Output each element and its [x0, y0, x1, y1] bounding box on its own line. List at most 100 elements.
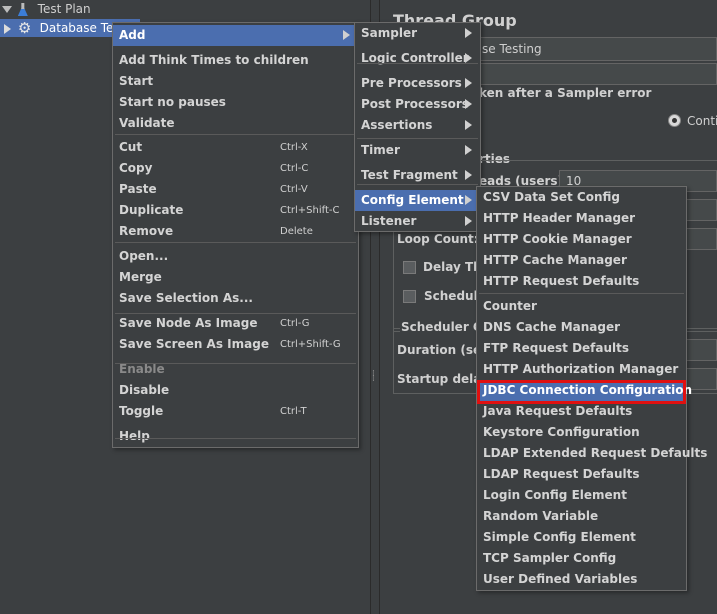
menu-item-duplicate[interactable]: Duplicate Ctrl+Shift-C: [113, 200, 358, 221]
menu-item-ftp-request-defaults[interactable]: FTP Request Defaults: [477, 338, 686, 359]
menu-item-label: Java Request Defaults: [483, 404, 633, 418]
comments-field[interactable]: [475, 63, 717, 85]
menu-item-shortcut: Ctrl-T: [280, 406, 307, 417]
menu-item-copy[interactable]: Copy Ctrl-C: [113, 158, 358, 179]
menu-item-label: Timer: [361, 143, 400, 157]
menu-item-cut[interactable]: Cut Ctrl-X: [113, 137, 358, 158]
menu-item-label: Keystore Configuration: [483, 425, 640, 439]
delay-thread-checkbox[interactable]: [403, 261, 416, 274]
flask-icon: [17, 3, 28, 16]
menu-item-shortcut: Ctrl+Shift-G: [280, 339, 341, 350]
menu-item-pre-processors[interactable]: Pre Processors: [355, 73, 480, 94]
menu-item-label: CSV Data Set Config: [483, 190, 620, 204]
tree-node-label: Test Plan: [37, 2, 91, 16]
menu-item-start[interactable]: Start: [113, 71, 358, 92]
menu-item-http-authorization-manager[interactable]: HTTP Authorization Manager: [477, 359, 686, 380]
menu-item-save-screen-as-image[interactable]: Save Screen As Image Ctrl+Shift-G: [113, 334, 358, 355]
menu-item-shortcut: Ctrl-G: [280, 318, 310, 329]
menu-item-disable[interactable]: Disable: [113, 380, 358, 401]
menu-item-label: Pre Processors: [361, 76, 462, 90]
menu-item-config-element[interactable]: Config Element: [355, 190, 480, 211]
continue-label: Conti: [687, 114, 717, 128]
menu-item-timer[interactable]: Timer: [355, 140, 480, 161]
menu-item-java-request-defaults[interactable]: Java Request Defaults: [477, 401, 686, 422]
submenu-arrow-icon: [465, 28, 472, 38]
loop-count-label: Loop Count:: [397, 232, 479, 246]
menu-item-random-variable[interactable]: Random Variable: [477, 506, 686, 527]
menu-separator: [357, 138, 478, 139]
menu-item-label: Enable: [119, 362, 165, 376]
menu-item-keystore-configuration[interactable]: Keystore Configuration: [477, 422, 686, 443]
menu-item-label: Disable: [119, 383, 170, 397]
menu-item-label: Login Config Element: [483, 488, 627, 502]
menu-item-simple-config-element[interactable]: Simple Config Element: [477, 527, 686, 548]
menu-item-label: Save Node As Image: [119, 316, 258, 330]
menu-separator: [115, 313, 356, 314]
menu-item-label: Save Screen As Image: [119, 337, 269, 351]
expand-arrow-icon[interactable]: [4, 23, 11, 34]
menu-item-label: HTTP Cache Manager: [483, 253, 627, 267]
menu-item-ldap-request-defaults[interactable]: LDAP Request Defaults: [477, 464, 686, 485]
menu-item-shortcut: Ctrl+Shift-C: [280, 205, 340, 216]
menu-item-user-defined-variables[interactable]: User Defined Variables: [477, 569, 686, 590]
menu-item-post-processors[interactable]: Post Processors: [355, 94, 480, 115]
submenu-arrow-icon: [465, 78, 472, 88]
menu-item-label: Remove: [119, 224, 174, 238]
splitter-grip-icon[interactable]: ⁞ ⁞: [372, 370, 378, 392]
scheduler-checkbox[interactable]: [403, 290, 416, 303]
name-field[interactable]: se Testing: [475, 37, 717, 61]
menu-item-start-no-pauses[interactable]: Start no pauses: [113, 92, 358, 113]
tree-node-test-plan[interactable]: Test Plan: [0, 0, 91, 18]
menu-item-help[interactable]: Help: [113, 426, 358, 447]
menu-item-label: Counter: [483, 299, 537, 313]
menu-item-label: Save Selection As...: [119, 291, 253, 305]
menu-item-add-think-times-to-children[interactable]: Add Think Times to children: [113, 50, 358, 71]
menu-item-shortcut: Ctrl-V: [280, 184, 308, 195]
menu-item-label: Merge: [119, 270, 162, 284]
menu-item-test-fragment[interactable]: Test Fragment: [355, 165, 480, 186]
sampler-error-label: ken after a Sampler error: [479, 86, 652, 100]
menu-item-http-cookie-manager[interactable]: HTTP Cookie Manager: [477, 229, 686, 250]
menu-item-save-node-as-image[interactable]: Save Node As Image Ctrl-G: [113, 313, 358, 334]
menu-separator: [115, 363, 356, 364]
menu-item-dns-cache-manager[interactable]: DNS Cache Manager: [477, 317, 686, 338]
collapse-arrow-icon[interactable]: [2, 6, 12, 13]
menu-item-add[interactable]: Add: [113, 25, 358, 46]
menu-item-validate[interactable]: Validate: [113, 113, 358, 134]
submenu-arrow-icon: [465, 99, 472, 109]
menu-item-label: Random Variable: [483, 509, 599, 523]
menu-item-save-selection-as[interactable]: Save Selection As...: [113, 288, 358, 309]
menu-item-label: Paste: [119, 182, 157, 196]
submenu-arrow-icon: [465, 53, 472, 63]
menu-item-http-request-defaults[interactable]: HTTP Request Defaults: [477, 271, 686, 292]
menu-item-http-header-manager[interactable]: HTTP Header Manager: [477, 208, 686, 229]
submenu-arrow-icon: [465, 195, 472, 205]
menu-item-logic-controller[interactable]: Logic Controller: [355, 48, 480, 69]
menu-separator: [357, 63, 478, 64]
menu-item-label: Assertions: [361, 118, 433, 132]
menu-item-label: LDAP Extended Request Defaults: [483, 446, 708, 460]
menu-item-login-config-element[interactable]: Login Config Element: [477, 485, 686, 506]
menu-item-toggle[interactable]: Toggle Ctrl-T: [113, 401, 358, 422]
menu-item-open[interactable]: Open...: [113, 246, 358, 267]
menu-item-sampler[interactable]: Sampler: [355, 23, 480, 44]
menu-item-http-cache-manager[interactable]: HTTP Cache Manager: [477, 250, 686, 271]
menu-item-label: Help: [119, 429, 150, 443]
menu-item-label: HTTP Authorization Manager: [483, 362, 679, 376]
continue-radio[interactable]: [668, 114, 681, 127]
menu-item-label: Test Fragment: [361, 168, 458, 182]
menu-item-merge[interactable]: Merge: [113, 267, 358, 288]
menu-item-label: Duplicate: [119, 203, 184, 217]
menu-item-label: Add: [119, 28, 146, 42]
submenu-arrow-icon: [465, 120, 472, 130]
menu-item-tcp-sampler-config[interactable]: TCP Sampler Config: [477, 548, 686, 569]
menu-item-label: Config Element: [361, 193, 464, 207]
menu-item-listener[interactable]: Listener: [355, 211, 480, 232]
menu-item-paste[interactable]: Paste Ctrl-V: [113, 179, 358, 200]
menu-item-ldap-extended-request-defaults[interactable]: LDAP Extended Request Defaults: [477, 443, 707, 464]
menu-item-counter[interactable]: Counter: [477, 296, 686, 317]
menu-item-csv-data-set-config[interactable]: CSV Data Set Config: [477, 187, 686, 208]
menu-item-assertions[interactable]: Assertions: [355, 115, 480, 136]
menu-item-remove[interactable]: Remove Delete: [113, 221, 358, 242]
menu-item-label: Start: [119, 74, 154, 88]
